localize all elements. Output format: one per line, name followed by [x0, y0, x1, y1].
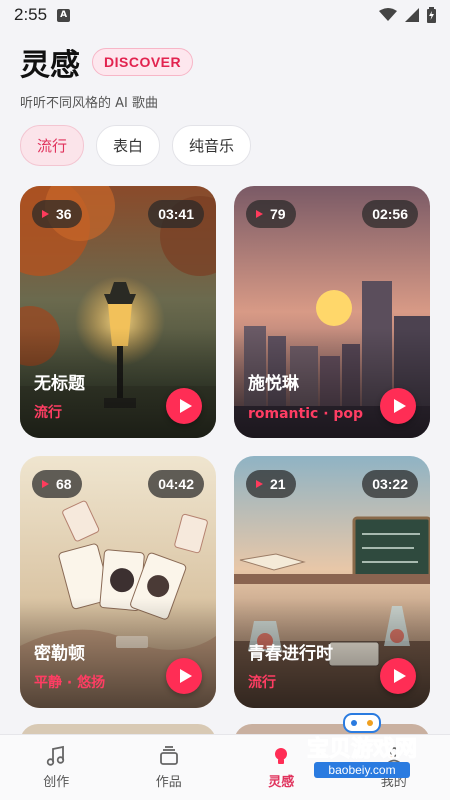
- play-button[interactable]: [380, 658, 416, 694]
- song-grid: 36 03:41 无标题 流行 79 02:56 施悦琳 romantic · …: [20, 186, 430, 708]
- play-count-badge: 68: [32, 470, 82, 498]
- watermark-text: 宝贝游戏网: [307, 736, 417, 762]
- tab-label: 作品: [155, 775, 182, 790]
- play-icon: [179, 669, 192, 683]
- tab-works[interactable]: 作品: [113, 735, 226, 800]
- play-count-icon: [42, 210, 49, 218]
- signal-icon: [405, 8, 419, 22]
- song-card[interactable]: 36 03:41 无标题 流行: [20, 186, 216, 438]
- status-time: 2:55: [14, 5, 48, 24]
- song-title: 青春进行时: [248, 644, 333, 664]
- page-subtitle: 听听不同风格的 AI 歌曲: [20, 96, 158, 111]
- status-icons: [379, 7, 436, 23]
- music-note-icon: [47, 745, 65, 766]
- song-title: 密勒顿: [34, 644, 85, 664]
- play-count-icon: [256, 480, 263, 488]
- chip-pop[interactable]: 流行: [20, 125, 85, 166]
- chip-instrumental[interactable]: 纯音乐: [172, 125, 252, 166]
- header: 灵感 DISCOVER 听听不同风格的 AI 歌曲: [0, 30, 450, 111]
- wifi-icon: [379, 8, 397, 21]
- song-card[interactable]: 79 02:56 施悦琳 romantic · pop: [234, 186, 430, 438]
- song-tags: 流行: [248, 675, 276, 691]
- duration-badge: 03:41: [148, 200, 204, 228]
- play-button[interactable]: [166, 658, 202, 694]
- notification-icon: A: [57, 8, 71, 22]
- song-title: 无标题: [34, 374, 85, 394]
- play-count: 79: [270, 206, 286, 222]
- play-count: 36: [56, 206, 72, 222]
- play-count: 21: [270, 476, 286, 492]
- tab-create[interactable]: 创作: [0, 735, 113, 800]
- chip-confession[interactable]: 表白: [96, 125, 161, 166]
- song-tags: romantic · pop: [248, 406, 364, 422]
- stack-icon: [159, 746, 178, 765]
- discover-badge: DISCOVER: [92, 48, 194, 76]
- play-button[interactable]: [166, 388, 202, 424]
- play-count-icon: [256, 210, 263, 218]
- play-count: 68: [56, 476, 72, 492]
- play-icon: [393, 669, 406, 683]
- page-title: 灵感: [20, 48, 80, 83]
- play-icon: [179, 399, 192, 413]
- duration-badge: 02:56: [362, 200, 418, 228]
- genre-filter-chips: 流行 表白 纯音乐: [0, 111, 450, 166]
- song-card[interactable]: 21 03:22 青春进行时 流行: [234, 456, 430, 708]
- play-button[interactable]: [380, 388, 416, 424]
- title-row: 灵感 DISCOVER: [20, 40, 430, 84]
- duration-badge: 03:22: [362, 470, 418, 498]
- watermark-url: baobeiy.com: [328, 763, 395, 777]
- status-bar: 2:55 A: [0, 0, 450, 30]
- song-card[interactable]: 68 04:42 密勒顿 平静 · 悠扬: [20, 456, 216, 708]
- tab-label: 创作: [43, 775, 70, 790]
- play-count-badge: 21: [246, 470, 296, 498]
- play-icon: [393, 399, 406, 413]
- song-tags: 平静 · 悠扬: [34, 675, 106, 691]
- battery-icon: [427, 7, 436, 23]
- play-count-icon: [42, 480, 49, 488]
- song-tags: 流行: [34, 405, 62, 421]
- song-title: 施悦琳: [248, 374, 299, 394]
- play-count-badge: 36: [32, 200, 82, 228]
- duration-badge: 04:42: [148, 470, 204, 498]
- play-count-badge: 79: [246, 200, 296, 228]
- watermark-logo: 宝贝游戏网 baobeiy.com: [306, 713, 418, 778]
